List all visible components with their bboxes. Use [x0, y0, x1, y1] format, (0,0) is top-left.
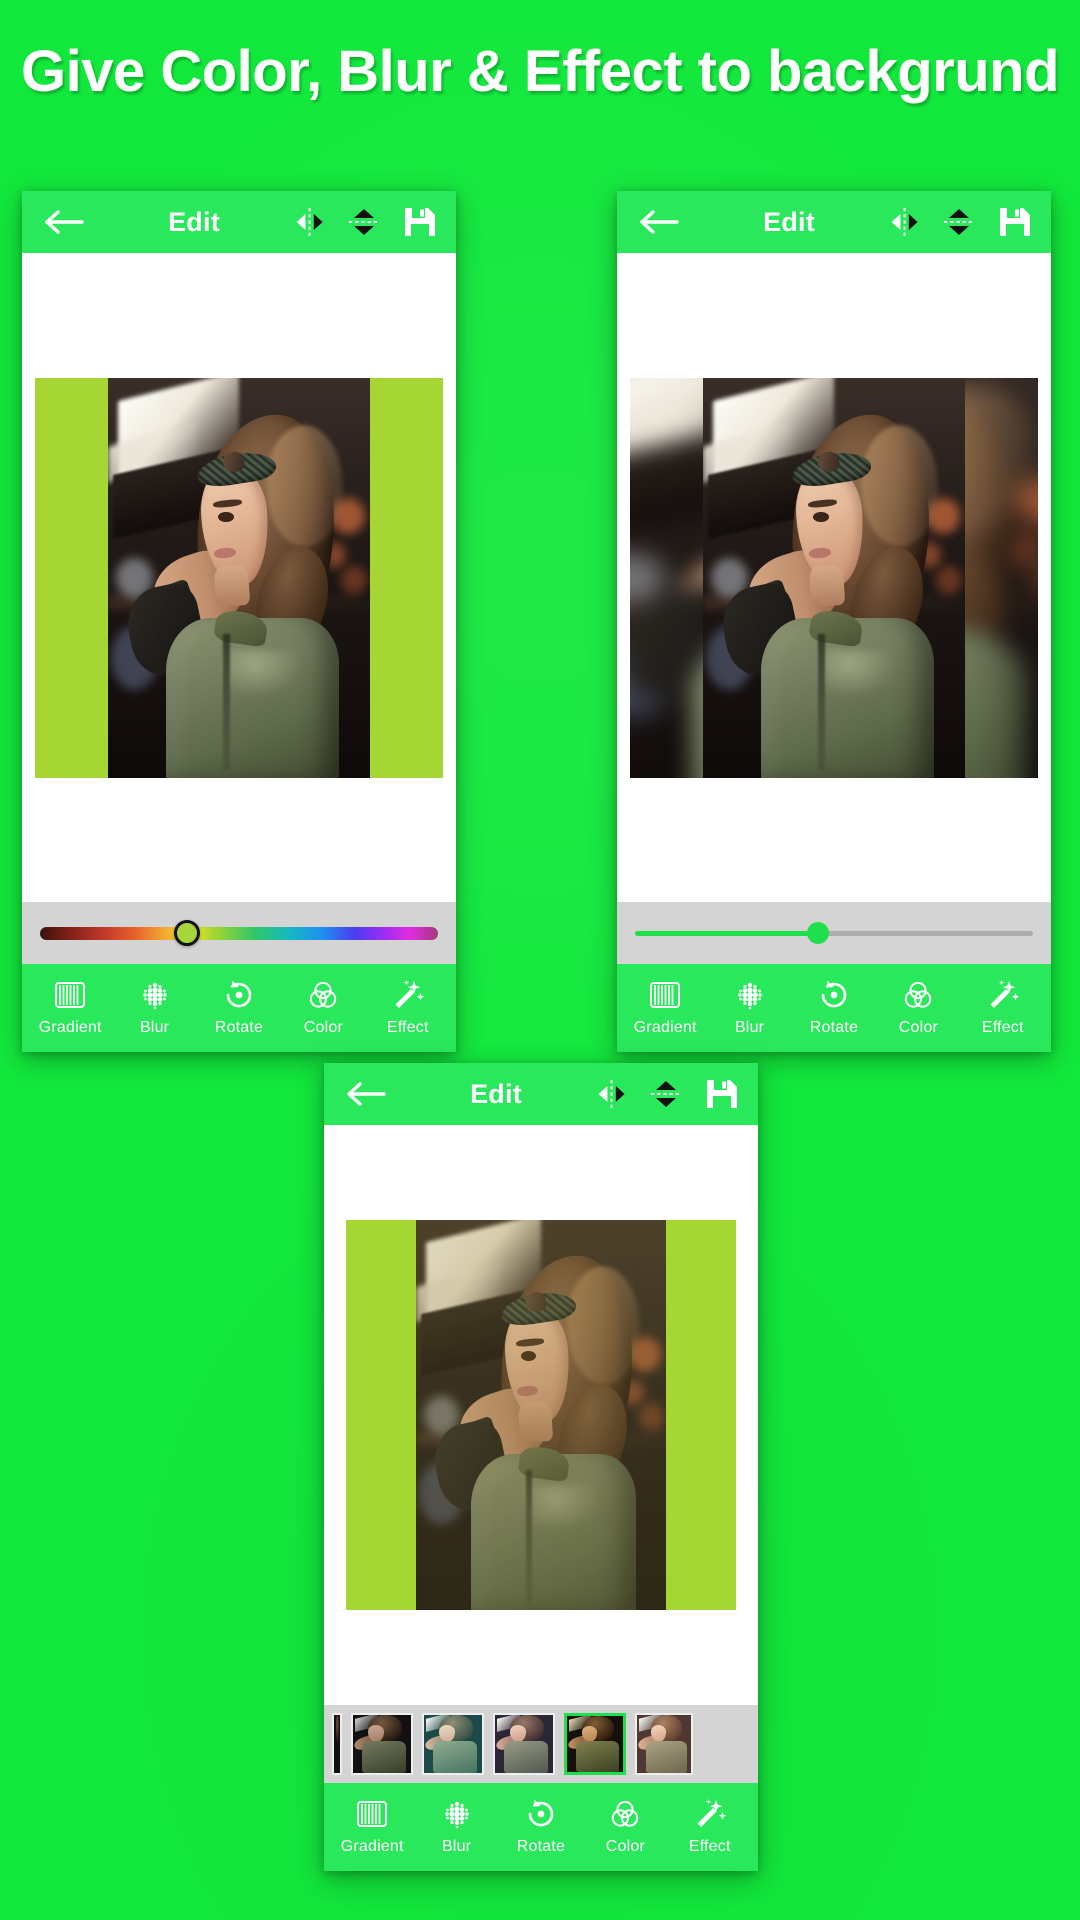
app-header-bar: Edit: [324, 1063, 758, 1125]
screenshot-card-blur: Edit Gradient Blur Rotate Color Effect: [617, 191, 1051, 1052]
subject-photo[interactable]: [703, 377, 965, 778]
filter-thumbnail-selected[interactable]: [564, 1713, 626, 1775]
tool-effect[interactable]: Effect: [369, 977, 447, 1037]
tool-label: Gradient: [340, 1838, 404, 1855]
edit-canvas[interactable]: [22, 253, 456, 902]
app-header-bar: Edit: [617, 191, 1051, 253]
filter-thumbnail[interactable]: [422, 1713, 484, 1775]
tool-gradient[interactable]: Gradient: [626, 977, 704, 1037]
hue-slider-thumb[interactable]: [174, 920, 201, 946]
blur-slider-panel: [617, 902, 1051, 964]
blur-slider-fill: [635, 930, 819, 936]
magic-wand-icon: [990, 980, 1020, 1008]
edit-canvas[interactable]: [617, 253, 1051, 902]
screen-title: Edit: [763, 206, 815, 237]
save-floppy-icon[interactable]: [402, 205, 438, 239]
subject-photo[interactable]: [416, 1220, 666, 1610]
effect-thumbnail-strip[interactable]: [324, 1705, 758, 1783]
app-header-bar: Edit: [22, 191, 456, 253]
flip-vertical-icon[interactable]: [648, 1077, 684, 1111]
tool-effect[interactable]: Effect: [964, 977, 1042, 1037]
gradient-stripes-icon: [650, 982, 681, 1008]
bottom-toolbar: Gradient Blur Rotate Color Effect: [617, 964, 1051, 1052]
tool-rotate[interactable]: Rotate: [795, 977, 873, 1037]
blur-dots-icon: [737, 982, 762, 1010]
filter-thumbnail[interactable]: [332, 1713, 342, 1775]
color-circles-icon: [905, 981, 932, 1008]
tool-rotate[interactable]: Rotate: [200, 977, 278, 1037]
tool-label: Gradient: [633, 1019, 697, 1036]
gradient-slider-panel: [22, 902, 456, 964]
blur-dots-icon: [142, 982, 167, 1010]
tool-label: Blur: [441, 1838, 472, 1855]
flip-vertical-icon[interactable]: [346, 205, 382, 239]
tool-label: Color: [898, 1019, 938, 1036]
tool-label: Blur: [734, 1019, 765, 1036]
bottom-toolbar: Gradient Blur Rotate Color Effect: [324, 1783, 758, 1871]
magic-wand-icon: [697, 1799, 727, 1827]
tool-gradient[interactable]: Gradient: [31, 977, 109, 1037]
tool-rotate[interactable]: Rotate: [502, 1796, 580, 1856]
flip-vertical-icon[interactable]: [941, 205, 977, 239]
tool-label: Rotate: [214, 1019, 264, 1036]
flip-horizontal-icon[interactable]: [594, 1077, 630, 1111]
rotate-ccw-icon: [226, 980, 252, 1008]
tool-label: Color: [303, 1019, 343, 1036]
back-arrow-icon[interactable]: [44, 207, 86, 237]
artboard-solid-green[interactable]: [35, 377, 443, 778]
magic-wand-icon: [395, 980, 425, 1008]
tool-label: Color: [605, 1838, 645, 1855]
filter-thumbnail[interactable]: [351, 1713, 413, 1775]
blur-slider-thumb[interactable]: [807, 922, 830, 944]
rotate-ccw-icon: [821, 980, 847, 1008]
save-floppy-icon[interactable]: [997, 205, 1033, 239]
tool-color[interactable]: Color: [586, 1796, 664, 1856]
edit-canvas[interactable]: [324, 1125, 758, 1705]
screenshot-card-effect: Edit Gradient Blur Rotate Color Effect: [324, 1063, 758, 1871]
tool-label: Rotate: [809, 1019, 859, 1036]
blur-slider[interactable]: [635, 922, 1033, 944]
tool-label: Gradient: [38, 1019, 102, 1036]
rotate-ccw-icon: [528, 1799, 554, 1827]
filter-thumbnail[interactable]: [635, 1713, 693, 1775]
tool-label: Effect: [688, 1838, 731, 1855]
screen-title: Edit: [470, 1078, 522, 1109]
hue-slider[interactable]: [40, 920, 438, 946]
photo-scene: [703, 377, 965, 778]
tool-gradient[interactable]: Gradient: [333, 1796, 411, 1856]
artboard-blurred-photo[interactable]: [630, 377, 1038, 778]
photo-scene: [416, 1220, 666, 1610]
save-floppy-icon[interactable]: [704, 1077, 740, 1111]
flip-horizontal-icon[interactable]: [887, 205, 923, 239]
color-circles-icon: [310, 981, 337, 1008]
tool-blur[interactable]: Blur: [116, 977, 194, 1037]
tool-label: Effect: [386, 1019, 429, 1036]
tool-color[interactable]: Color: [284, 977, 362, 1037]
gradient-stripes-icon: [55, 982, 86, 1008]
back-arrow-icon[interactable]: [639, 207, 681, 237]
gradient-stripes-icon: [357, 1801, 388, 1827]
tool-blur[interactable]: Blur: [418, 1796, 496, 1856]
tool-label: Blur: [139, 1019, 170, 1036]
photo-scene: [108, 377, 370, 778]
screen-title: Edit: [168, 206, 220, 237]
flip-horizontal-icon[interactable]: [292, 205, 328, 239]
page-title: Give Color, Blur & Effect to backgrund: [20, 39, 1060, 104]
filter-thumbnail[interactable]: [493, 1713, 555, 1775]
tool-color[interactable]: Color: [879, 977, 957, 1037]
back-arrow-icon[interactable]: [346, 1079, 388, 1109]
color-circles-icon: [612, 1800, 639, 1827]
artboard-solid-green[interactable]: [346, 1220, 736, 1610]
tool-label: Rotate: [516, 1838, 566, 1855]
bottom-toolbar: Gradient Blur Rotate Color Effect: [22, 964, 456, 1052]
blur-dots-icon: [444, 1801, 469, 1829]
tool-effect[interactable]: Effect: [671, 1796, 749, 1856]
screenshot-card-gradient: Edit Gradient Blur Rotate Color Effect: [22, 191, 456, 1052]
tool-label: Effect: [981, 1019, 1024, 1036]
subject-photo[interactable]: [108, 377, 370, 778]
warm-filter-overlay-2: [416, 1220, 666, 1610]
tool-blur[interactable]: Blur: [711, 977, 789, 1037]
